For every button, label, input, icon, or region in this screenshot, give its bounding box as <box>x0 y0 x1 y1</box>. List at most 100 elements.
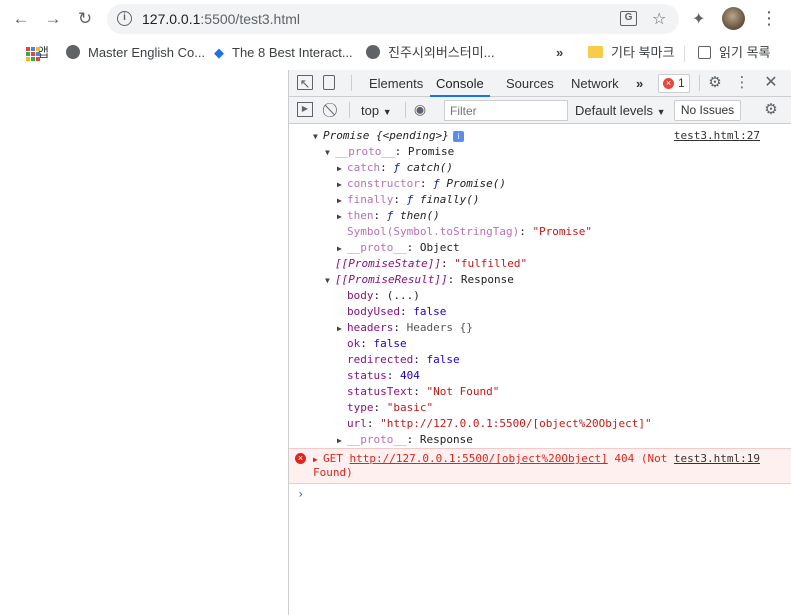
devpath-logo-icon: ◆ <box>214 45 224 60</box>
eye-icon[interactable]: ◉ <box>412 102 428 117</box>
bookmark-jinju-terminal[interactable]: 진주시외버스터미... <box>366 43 495 63</box>
bookmark-label: Master English Co... <box>88 45 206 60</box>
profile-avatar[interactable] <box>722 7 745 30</box>
console-settings-gear-icon[interactable]: ⚙ <box>763 102 779 117</box>
log-levels-dropdown[interactable]: Default levels ▼ <box>575 97 666 124</box>
bookmark-label: 읽기 목록 <box>719 45 771 60</box>
bookmark-master-english[interactable]: Master English Co... <box>66 43 205 63</box>
method-row-then[interactable]: ▶ then: ƒ then() <box>337 208 440 224</box>
folder-icon <box>588 46 603 58</box>
bookmarks-bar: 앱 Master English Co... ◆ The 8 Best Inter… <box>0 38 791 68</box>
prop-value: false <box>413 305 447 318</box>
prop-value: Object <box>419 241 460 254</box>
prop-value: then() <box>400 209 440 222</box>
tabs-overflow-button[interactable]: » <box>636 70 643 97</box>
error-url-link[interactable]: http://127.0.0.1:5500/[object%20Object] <box>350 452 608 465</box>
network-error-entry[interactable]: × ▶ GET http://127.0.0.1:5500/[object%20O… <box>289 448 791 484</box>
response-prop-body[interactable]: body: (...) <box>347 288 420 304</box>
response-proto-row[interactable]: ▶ __proto__: Response <box>337 432 473 448</box>
prop-value: "Not Found" <box>426 385 500 398</box>
prop-key: then <box>347 209 374 222</box>
address-bar[interactable]: i 127.0.0.1:5500/test3.html G ☆ <box>107 4 679 34</box>
bookmark-apps[interactable]: 앱 <box>13 43 49 63</box>
sidebar-toggle-icon[interactable]: ▶ <box>297 102 313 117</box>
promise-log-entry[interactable]: ▼ Promise {<pending>} i test3.html:27 <box>313 128 791 144</box>
reload-icon[interactable]: ↻ <box>74 8 96 30</box>
prop-value: "Promise" <box>532 225 593 238</box>
error-icon: × <box>663 78 674 89</box>
dropdown-arrow-icon: ▼ <box>382 107 392 117</box>
error-source-link[interactable]: test3.html:19 <box>674 451 760 467</box>
source-link[interactable]: test3.html:27 <box>674 128 760 144</box>
collapsed-triangle-icon[interactable]: ▶ <box>337 433 347 449</box>
method-row-finally[interactable]: ▶ finally: ƒ finally() <box>337 192 479 208</box>
bookmark-8-best-interact[interactable]: ◆ The 8 Best Interact... <box>214 43 353 63</box>
response-prop-status: status: 404 <box>347 369 420 382</box>
expanded-triangle-icon[interactable]: ▼ <box>313 129 323 145</box>
site-info-icon[interactable]: i <box>117 11 132 26</box>
bookmark-star-icon[interactable]: ☆ <box>652 9 666 29</box>
error-count-badge[interactable]: × 1 <box>658 74 690 93</box>
clear-console-icon[interactable]: ⃠ <box>325 102 341 117</box>
method-row-catch[interactable]: ▶ catch: ƒ catch() <box>337 160 453 176</box>
expanded-triangle-icon[interactable]: ▼ <box>325 273 335 289</box>
issues-button[interactable]: No Issues <box>674 100 741 121</box>
expanded-triangle-icon[interactable]: ▼ <box>325 145 335 161</box>
promise-result-row[interactable]: ▼ [[PromiseResult]]: Response <box>325 272 514 288</box>
back-arrow-icon[interactable]: ← <box>10 8 32 30</box>
url-text[interactable]: 127.0.0.1:5500/test3.html <box>142 11 300 27</box>
prop-value: finally() <box>419 193 480 206</box>
tab-network[interactable]: Network <box>571 70 619 97</box>
chrome-menu-icon[interactable]: ⋮ <box>760 8 778 30</box>
error-line-2: Found) <box>313 466 353 479</box>
web-page-viewport[interactable] <box>0 70 288 615</box>
tab-console[interactable]: Console <box>430 70 490 97</box>
response-prop-redirected: redirected: false <box>347 353 460 366</box>
collapsed-triangle-icon[interactable]: ▶ <box>337 241 347 257</box>
devtools-menu-icon[interactable]: ⋮ <box>734 75 750 90</box>
extensions-puzzle-icon[interactable]: ✦ <box>692 9 705 29</box>
collapsed-triangle-icon[interactable]: ▶ <box>337 161 347 177</box>
inner-proto-row[interactable]: ▶ __proto__: Object <box>337 240 460 256</box>
dropdown-arrow-icon: ▼ <box>656 107 666 117</box>
tab-sources[interactable]: Sources <box>506 70 554 97</box>
device-toolbar-icon[interactable] <box>323 75 335 90</box>
tab-elements[interactable]: Elements <box>369 70 423 97</box>
response-prop-statustext: statusText: "Not Found" <box>347 385 500 398</box>
log-levels-label: Default levels <box>575 103 654 118</box>
collapsed-triangle-icon[interactable]: ▶ <box>337 321 347 337</box>
response-prop-ok: ok: false <box>347 337 407 350</box>
reading-list-button[interactable]: 읽기 목록 <box>698 43 770 63</box>
symbol-row: Symbol(Symbol.toStringTag): "Promise" <box>347 225 593 238</box>
context-selector[interactable]: top ▼ <box>361 97 392 124</box>
globe-icon <box>66 45 80 59</box>
bookmarks-overflow-button[interactable]: » <box>556 43 563 63</box>
prop-key: redirected <box>347 353 414 366</box>
inspect-element-icon[interactable]: ↖ <box>297 75 313 91</box>
close-devtools-icon[interactable]: ✕ <box>763 75 779 91</box>
prop-value: (...) <box>386 289 420 302</box>
collapsed-triangle-icon[interactable]: ▶ <box>337 193 347 209</box>
prop-key: headers <box>347 321 394 334</box>
prop-key: statusText <box>347 385 414 398</box>
console-prompt-chevron-icon[interactable]: › <box>297 487 304 501</box>
error-line-1: ▶ GET http://127.0.0.1:5500/[object%20Obj… <box>313 451 667 467</box>
promise-header: Promise {<pending>} <box>323 129 449 142</box>
method-row-constructor[interactable]: ▶ constructor: ƒ Promise() <box>337 176 506 192</box>
forward-arrow-icon[interactable]: → <box>42 8 64 30</box>
prop-key: catch <box>347 161 381 174</box>
collapsed-triangle-icon[interactable]: ▶ <box>337 209 347 225</box>
console-filter-input[interactable] <box>444 100 568 121</box>
context-label: top <box>361 103 380 118</box>
devtools-panel: ↖ Elements Console Sources Network » × 1… <box>288 70 791 615</box>
collapsed-triangle-icon[interactable]: ▶ <box>337 177 347 193</box>
proto-row[interactable]: ▼ __proto__: Promise <box>325 144 454 160</box>
translate-icon[interactable]: G <box>620 11 637 26</box>
settings-gear-icon[interactable]: ⚙ <box>707 75 723 90</box>
response-prop-headers[interactable]: ▶ headers: Headers {} <box>337 320 473 336</box>
bookmark-other-folder[interactable]: 기타 북마크 <box>588 43 674 63</box>
console-toolbar: ▶ ⃠ top ▼ ◉ Default levels ▼ No Issues ⚙ <box>289 97 791 124</box>
reading-list-icon <box>698 46 711 59</box>
prop-key: url <box>347 417 367 430</box>
error-status: 404 (Not <box>614 452 668 465</box>
